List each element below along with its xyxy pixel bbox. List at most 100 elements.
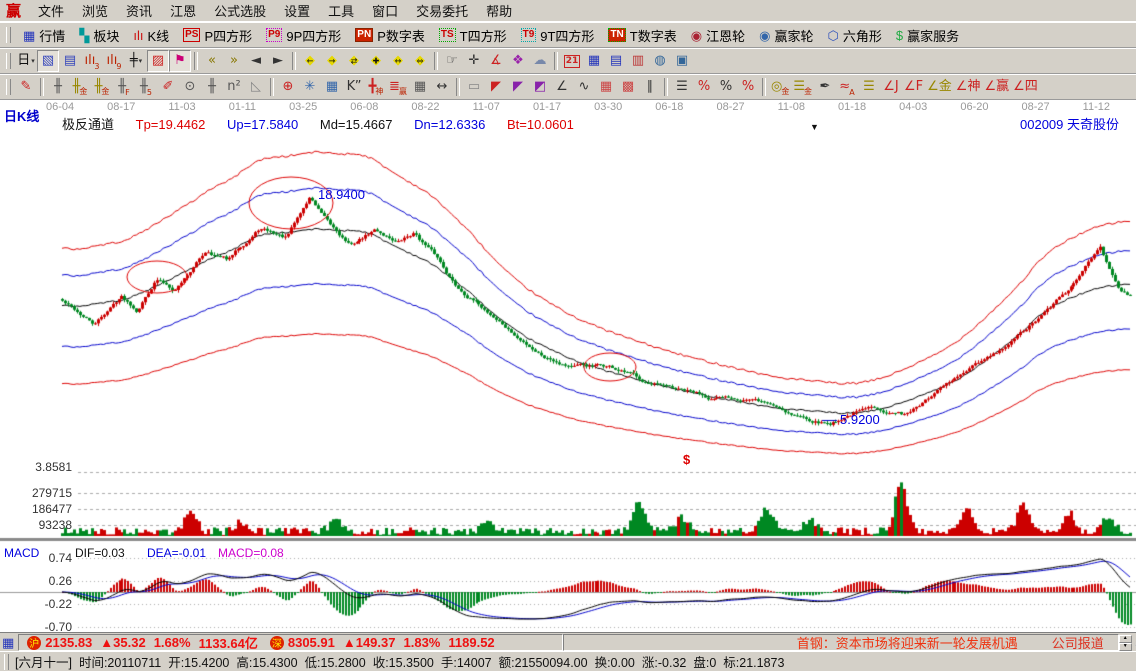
remote-button[interactable]: ▣: [671, 50, 693, 72]
thin-candle-button[interactable]: ╪▾: [125, 50, 147, 72]
quotes-table-icon[interactable]: ▦: [2, 635, 14, 651]
gann-fan-button[interactable]: ◤: [485, 76, 507, 98]
news-scroll-down-button[interactable]: ▼: [1119, 643, 1132, 651]
target-cross-button[interactable]: ⊕: [277, 76, 299, 98]
parallel-lines-button[interactable]: ∥: [639, 76, 661, 98]
n2-grid-button[interactable]: n²: [223, 76, 245, 98]
angle-f-button[interactable]: ∠F: [902, 76, 925, 98]
gold-section-button[interactable]: ☰金: [791, 76, 814, 98]
toolbar-grip[interactable]: [6, 53, 11, 69]
t-number-button[interactable]: TNT数字表: [602, 24, 682, 47]
gann-wheel-button[interactable]: ◉江恩轮: [685, 24, 751, 47]
zoom-left-button[interactable]: ◆←: [299, 50, 321, 72]
volume-9-button[interactable]: ılı9: [103, 50, 125, 72]
box-ruler-button[interactable]: ▦: [409, 76, 431, 98]
save-button[interactable]: ▥: [627, 50, 649, 72]
t9-square-button[interactable]: T99T四方形: [515, 24, 601, 47]
ying-grid-button[interactable]: ≣赢: [387, 76, 409, 98]
menu-gann[interactable]: 江恩: [161, 0, 205, 21]
service-button[interactable]: $赢家服务: [890, 24, 965, 47]
percent-retrace-button[interactable]: %: [693, 76, 715, 98]
p-square-button[interactable]: PSP四方形: [177, 24, 258, 47]
nav-first-button[interactable]: «: [201, 50, 223, 72]
compress-button[interactable]: ◆⇄: [343, 50, 365, 72]
expand-button[interactable]: ◆↔: [387, 50, 409, 72]
gann-fan2-button[interactable]: ◤: [507, 76, 529, 98]
thought-button[interactable]: ☁: [529, 50, 551, 72]
p-number-button[interactable]: PNP数字表: [349, 24, 431, 47]
angle-measure-button[interactable]: ∡: [485, 50, 507, 72]
pen-grid-button[interactable]: ✐: [157, 76, 179, 98]
gann-grid-button[interactable]: ╫: [47, 76, 69, 98]
menu-settings[interactable]: 设置: [275, 0, 319, 21]
ratio-pen-button[interactable]: ✒: [814, 76, 836, 98]
price-ladder-button[interactable]: ☰: [671, 76, 693, 98]
stretch-button[interactable]: ◆⇔: [409, 50, 431, 72]
angle-ying-button[interactable]: ∠赢: [982, 76, 1011, 98]
news-category[interactable]: 公司报道: [1052, 633, 1104, 652]
gann-box-fan-button[interactable]: ◩: [529, 76, 551, 98]
spiral-grid-button[interactable]: ╫5: [135, 76, 157, 98]
menu-window[interactable]: 窗口: [363, 0, 407, 21]
winner-wheel-button[interactable]: ◉赢家轮: [753, 24, 819, 47]
hand-tool-button[interactable]: ☞: [441, 50, 463, 72]
menu-news[interactable]: 资讯: [117, 0, 161, 21]
red-boxgrid-button[interactable]: ▩: [617, 76, 639, 98]
kline-chart-canvas[interactable]: [0, 100, 1136, 632]
memo-button[interactable]: ▤: [605, 50, 627, 72]
wave-abc-button[interactable]: ≈A: [836, 76, 858, 98]
menu-trade[interactable]: 交易委托: [407, 0, 477, 21]
trend-angle-button[interactable]: ∠: [551, 76, 573, 98]
calculator-button[interactable]: ▦: [583, 50, 605, 72]
angle-ruler-button[interactable]: ◺: [245, 76, 267, 98]
plain-grid-button[interactable]: ╫: [201, 76, 223, 98]
pattern-chart-button[interactable]: ▨: [147, 50, 169, 72]
hexagon-button[interactable]: ⬡六角形: [821, 24, 887, 47]
wave-tool-button[interactable]: ∿: [573, 76, 595, 98]
zoom-right-button[interactable]: ◆→: [321, 50, 343, 72]
kline-button[interactable]: ılıK线: [127, 24, 175, 47]
kline-period-button[interactable]: 日▾: [15, 50, 37, 72]
width-measure-button[interactable]: ↔: [431, 76, 453, 98]
quotes-button[interactable]: ▦行情: [17, 24, 71, 47]
toolbar-grip[interactable]: [6, 27, 11, 43]
menu-file[interactable]: 文件: [29, 0, 73, 21]
t-square-button[interactable]: TST四方形: [433, 24, 513, 47]
news-headline[interactable]: 首钢：资本市场将迎来新一轮发展机遇: [797, 633, 1018, 652]
volume-3-button[interactable]: ılı3: [81, 50, 103, 72]
pan-4way-button[interactable]: ◆✚: [365, 50, 387, 72]
trend-region-button[interactable]: ▧: [37, 50, 59, 72]
star-grid-button[interactable]: ✳: [299, 76, 321, 98]
red-grid-button[interactable]: ▦: [595, 76, 617, 98]
indicator-flag-button[interactable]: ⚑: [169, 50, 191, 72]
net-grid-button[interactable]: ▦: [321, 76, 343, 98]
calendar-button[interactable]: 21: [561, 50, 583, 72]
gann-tool-button[interactable]: ❖: [507, 50, 529, 72]
fib-grid-button[interactable]: ╫F: [113, 76, 135, 98]
p9-square-button[interactable]: P99P四方形: [260, 24, 347, 47]
crosshair-button[interactable]: ✛: [463, 50, 485, 72]
angle-shen-button[interactable]: ∠神: [954, 76, 983, 98]
gold-lines-button[interactable]: ☰: [858, 76, 880, 98]
menu-tools[interactable]: 工具: [319, 0, 363, 21]
angle-si-button[interactable]: ∠四: [1011, 76, 1040, 98]
rect-select-button[interactable]: ▭: [463, 76, 485, 98]
k-quote-button[interactable]: K”: [343, 76, 365, 98]
shen-grid-button[interactable]: ╋神: [365, 76, 387, 98]
angle-j-button[interactable]: ∠J: [880, 76, 902, 98]
gold-grid1-button[interactable]: ╫金: [69, 76, 91, 98]
gold-circle-button[interactable]: ◎金: [769, 76, 791, 98]
info-panel-button[interactable]: ▤: [59, 50, 81, 72]
gold-grid2-button[interactable]: ╫金: [91, 76, 113, 98]
nav-prev-button[interactable]: ◄: [245, 50, 267, 72]
menu-help[interactable]: 帮助: [477, 0, 521, 21]
nav-next-button[interactable]: ►: [267, 50, 289, 72]
cycle-grid-button[interactable]: ⊙: [179, 76, 201, 98]
draw-pen-button[interactable]: ✎: [15, 76, 37, 98]
percent-line-button[interactable]: %: [737, 76, 759, 98]
menu-formula-stockpick[interactable]: 公式选股: [205, 0, 275, 21]
news-scroll-up-button[interactable]: ▲: [1119, 635, 1132, 643]
angle-gold-button[interactable]: ∠金: [925, 76, 954, 98]
percent-tool-button[interactable]: %: [715, 76, 737, 98]
toolbar-grip[interactable]: [6, 79, 11, 95]
